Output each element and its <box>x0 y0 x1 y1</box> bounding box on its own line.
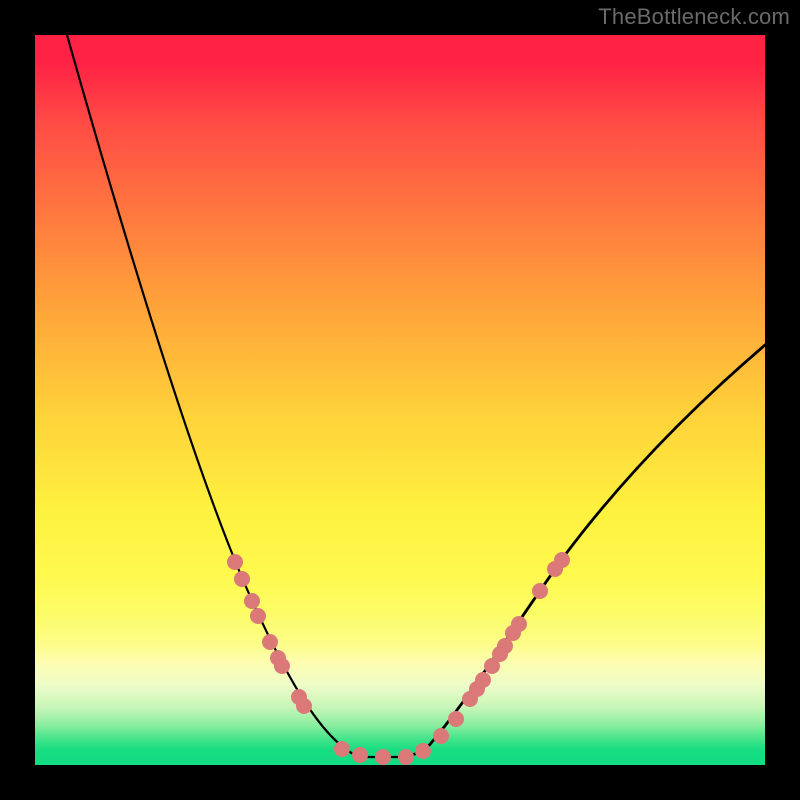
dots-right-dot <box>475 672 491 688</box>
dots-left-dot <box>227 554 243 570</box>
dots-right-dot <box>511 616 527 632</box>
dots-right-dot <box>448 711 464 727</box>
dots-left-dot <box>352 747 368 763</box>
dots-left-dot <box>375 749 391 765</box>
dots-right-dot <box>433 728 449 744</box>
plot-area <box>35 35 765 765</box>
dots-left-dot <box>244 593 260 609</box>
dots-left-group <box>227 554 391 765</box>
watermark-text: TheBottleneck.com <box>598 4 790 30</box>
dots-left-dot <box>274 658 290 674</box>
dots-right-dot <box>398 749 414 765</box>
chart-frame: TheBottleneck.com <box>0 0 800 800</box>
dots-left-dot <box>296 698 312 714</box>
dots-left-dot <box>334 741 350 757</box>
right-curve <box>407 345 765 757</box>
left-curve <box>67 35 365 757</box>
dots-right-dot <box>554 552 570 568</box>
dots-right-dot <box>532 583 548 599</box>
dots-right-dot <box>415 743 431 759</box>
plot-svg <box>35 35 765 765</box>
dots-left-dot <box>234 571 250 587</box>
dots-left-dot <box>262 634 278 650</box>
dots-left-dot <box>250 608 266 624</box>
